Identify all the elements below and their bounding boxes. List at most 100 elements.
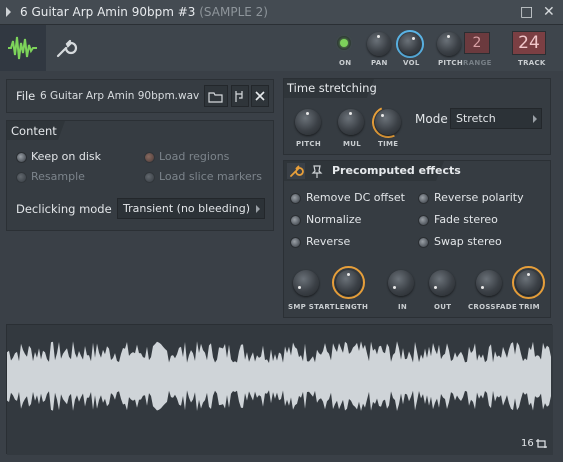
swap-stereo-label: Swap stereo: [434, 235, 502, 248]
ts-pitch-label: PITCH: [296, 140, 322, 148]
on-led-button[interactable]: [337, 36, 351, 50]
reverse-polarity-label: Reverse polarity: [434, 191, 524, 204]
fade-stereo-radio[interactable]: [418, 215, 429, 226]
ts-mul-knob[interactable]: [338, 109, 364, 135]
on-label: ON: [339, 59, 352, 67]
pitch-knob[interactable]: [437, 32, 461, 56]
load-slice-markers-radio[interactable]: [144, 172, 155, 183]
waveform-icon: [8, 36, 37, 60]
range-display[interactable]: 2: [464, 32, 490, 54]
swap-stereo-radio[interactable]: [418, 237, 429, 248]
led-indicator: [340, 39, 348, 47]
open-folder-button[interactable]: [204, 85, 228, 107]
reverse-polarity-radio[interactable]: [418, 193, 429, 204]
waveform-graphic: [7, 325, 553, 455]
pin-icon[interactable]: [311, 164, 323, 178]
precomputed-title: Precomputed effects: [332, 164, 461, 177]
wrench-icon: [290, 165, 304, 177]
tab-waveform[interactable]: [0, 25, 46, 71]
file-name: 6 Guitar Arp Amin 90bpm.wav: [40, 90, 200, 102]
load-slice-markers-label: Load slice markers: [159, 170, 263, 183]
ts-time-knob[interactable]: [375, 109, 401, 135]
mode-select[interactable]: Stretch: [450, 108, 542, 129]
trim-knob[interactable]: [516, 270, 541, 295]
locate-file-button[interactable]: [231, 85, 249, 107]
declicking-mode-select[interactable]: Transient (no bleeding): [117, 198, 265, 219]
toolbar: ON PAN VOL PITCH 2 RANGE 24 TRACK: [0, 25, 563, 71]
zoom-value: 16: [521, 438, 534, 449]
knob-indicator: [381, 114, 384, 117]
declicking-mode-value: Transient (no bleeding): [123, 202, 251, 215]
close-button[interactable]: ✕: [543, 4, 555, 20]
normalize-radio[interactable]: [290, 215, 301, 226]
mode-value: Stretch: [456, 112, 496, 125]
mode-label: Mode: [415, 112, 448, 126]
knob-indicator: [298, 286, 301, 289]
out-knob[interactable]: [429, 270, 455, 296]
restore-button[interactable]: □: [520, 4, 533, 20]
knob-indicator: [349, 112, 352, 115]
knob-indicator: [347, 273, 350, 276]
length-knob[interactable]: [336, 270, 361, 295]
in-label: IN: [398, 303, 408, 311]
length-label: LENGTH: [335, 303, 369, 311]
reverse-radio[interactable]: [290, 237, 301, 248]
clear-file-button[interactable]: [251, 85, 269, 107]
reverse-label: Reverse: [306, 235, 351, 248]
fade-stereo-label: Fade stereo: [434, 213, 498, 226]
pan-label: PAN: [371, 59, 388, 67]
crop-icon[interactable]: [536, 438, 548, 449]
declicking-mode-label: Declicking mode: [16, 202, 112, 216]
pitch-label: PITCH: [438, 59, 464, 67]
precomputed-effects-panel: Precomputed effects Remove DC offset Nor…: [283, 160, 551, 318]
resample-radio[interactable]: [16, 172, 27, 183]
ts-time-label: TIME: [378, 140, 399, 148]
knob-indicator: [393, 286, 396, 289]
pan-knob[interactable]: [367, 32, 391, 56]
smp-start-knob[interactable]: [293, 270, 319, 296]
file-panel: File 6 Guitar Arp Amin 90bpm.wav: [6, 79, 274, 113]
remove-dc-offset-label: Remove DC offset: [306, 191, 405, 204]
crossfade-label: CROSSFADE: [468, 303, 517, 311]
window-menu-arrow-icon[interactable]: [6, 7, 11, 17]
crossfade-knob[interactable]: [476, 270, 502, 296]
knob-indicator: [447, 35, 450, 38]
smp-start-label: SMP START: [288, 303, 335, 311]
track-label: TRACK: [518, 59, 546, 67]
load-regions-label: Load regions: [159, 150, 230, 163]
folder-icon: [208, 92, 223, 103]
vol-knob[interactable]: [399, 33, 421, 55]
title-bar[interactable]: 6 Guitar Arp Amin 90bpm #3 (SAMPLE 2) □ …: [0, 0, 563, 25]
close-icon: [255, 91, 265, 101]
ts-mul-label: MUL: [343, 140, 362, 148]
keep-on-disk-radio[interactable]: [16, 152, 27, 163]
tree-icon: [235, 91, 243, 102]
waveform-view[interactable]: 16: [6, 324, 553, 455]
vol-label: VOL: [403, 59, 420, 67]
window-subtitle: (SAMPLE 2): [199, 5, 268, 19]
track-display[interactable]: 24: [512, 31, 546, 55]
knob-indicator: [306, 112, 309, 115]
knob-indicator: [412, 37, 415, 40]
chevron-right-icon: [533, 115, 537, 123]
trim-label: TRIM: [519, 303, 540, 311]
content-title: Content: [11, 124, 57, 138]
remove-dc-offset-radio[interactable]: [290, 193, 301, 204]
load-regions-radio[interactable]: [144, 152, 155, 163]
file-label: File: [16, 89, 36, 103]
effects-settings-button[interactable]: [287, 163, 305, 179]
keep-on-disk-label: Keep on disk: [31, 150, 102, 163]
knob-indicator: [434, 286, 437, 289]
out-label: OUT: [434, 303, 452, 311]
content-panel: Content Keep on disk Resample Load regio…: [6, 120, 274, 231]
range-label: RANGE: [463, 59, 492, 67]
knob-indicator: [527, 273, 530, 276]
ts-pitch-knob[interactable]: [295, 109, 321, 135]
knob-indicator: [377, 35, 380, 38]
in-knob[interactable]: [388, 270, 414, 296]
window-title: 6 Guitar Arp Amin 90bpm #3 (SAMPLE 2): [20, 5, 268, 19]
tab-settings[interactable]: [52, 35, 78, 61]
wrench-icon: [56, 39, 78, 58]
resample-label: Resample: [31, 170, 85, 183]
normalize-label: Normalize: [306, 213, 362, 226]
